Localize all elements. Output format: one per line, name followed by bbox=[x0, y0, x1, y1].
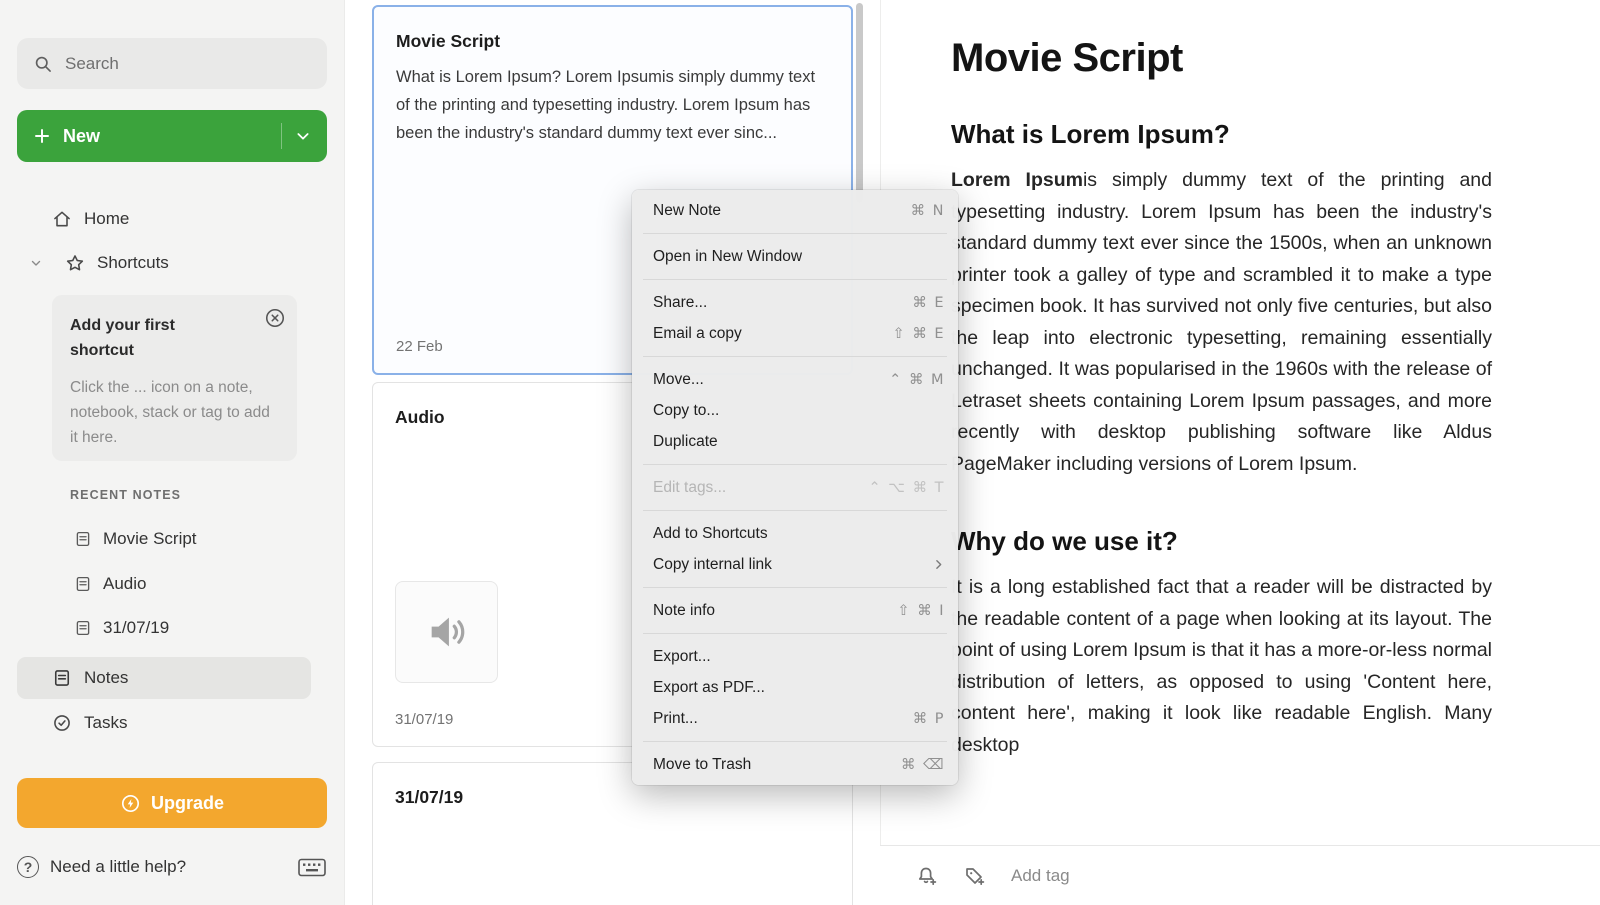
upgrade-label: Upgrade bbox=[151, 793, 224, 814]
keyboard-shortcuts-icon[interactable] bbox=[297, 857, 327, 878]
menu-item-duplicate[interactable]: Duplicate bbox=[632, 426, 958, 457]
menu-divider bbox=[643, 587, 947, 588]
note-card-date: 31/07/19 bbox=[395, 711, 453, 728]
sidebar-item-notes[interactable]: Notes bbox=[17, 657, 311, 699]
shortcut-hint: ⇧ ⌘ I bbox=[897, 603, 945, 619]
note-icon bbox=[74, 530, 92, 548]
help-label[interactable]: Need a little help? bbox=[50, 857, 186, 877]
recent-notes-header: RECENT NOTES bbox=[70, 488, 181, 502]
audio-attachment-thumbnail[interactable] bbox=[395, 581, 498, 683]
note-paragraph[interactable]: It is a long established fact that a rea… bbox=[951, 572, 1492, 761]
help-row: ? Need a little help? bbox=[17, 845, 327, 889]
menu-item-copy-to[interactable]: Copy to... bbox=[632, 395, 958, 426]
paragraph-text: is simply dummy text of the printing and… bbox=[951, 169, 1492, 475]
menu-item-add-to-shortcuts[interactable]: Add to Shortcuts bbox=[632, 518, 958, 549]
note-title[interactable]: Movie Script bbox=[951, 36, 1492, 81]
note-icon bbox=[74, 575, 92, 593]
shortcut-hint: ⇧ ⌘ E bbox=[892, 326, 945, 342]
search-input[interactable] bbox=[65, 54, 311, 74]
menu-divider bbox=[643, 279, 947, 280]
note-card-title: Movie Script bbox=[396, 31, 829, 52]
premium-icon bbox=[120, 793, 141, 814]
menu-item-email-a-copy[interactable]: Email a copy⇧ ⌘ E bbox=[632, 318, 958, 349]
sidebar-item-label: Shortcuts bbox=[97, 253, 169, 273]
note-card-date: 22 Feb bbox=[396, 338, 443, 355]
menu-item-open-in-new-window[interactable]: Open in New Window bbox=[632, 241, 958, 272]
star-icon bbox=[65, 253, 85, 273]
note-editor-panel: Movie Script What is Lorem Ipsum? Lorem … bbox=[880, 0, 1600, 905]
new-button-label: New bbox=[63, 126, 100, 147]
recent-note-label: 31/07/19 bbox=[103, 618, 169, 638]
speaker-icon bbox=[424, 609, 470, 655]
menu-item-new-note[interactable]: New Note⌘ N bbox=[632, 195, 958, 226]
editor-footer-bar: Add tag bbox=[880, 845, 1600, 905]
menu-divider bbox=[643, 633, 947, 634]
task-check-icon bbox=[52, 713, 72, 733]
shortcut-hint: ⌘ E bbox=[912, 295, 945, 311]
menu-item-copy-internal-link[interactable]: Copy internal link bbox=[632, 549, 958, 580]
help-icon[interactable]: ? bbox=[17, 856, 39, 878]
menu-item-move-to-trash[interactable]: Move to Trash⌘ ⌫ bbox=[632, 749, 958, 780]
shortcut-card-title: Add your first shortcut bbox=[70, 313, 220, 363]
home-icon bbox=[52, 209, 72, 229]
plus-icon bbox=[33, 127, 51, 145]
sidebar: New Home Shortcuts Add your first shortc… bbox=[0, 0, 345, 905]
add-reminder-bell-icon[interactable] bbox=[915, 864, 939, 888]
menu-divider bbox=[643, 233, 947, 234]
search-icon bbox=[33, 54, 53, 74]
note-paragraph[interactable]: Lorem Ipsumis simply dummy text of the p… bbox=[951, 165, 1492, 480]
shortcut-hint: ⌃ ⌘ M bbox=[889, 372, 945, 388]
note-icon bbox=[74, 619, 92, 637]
shortcut-card-body: Click the ... icon on a note, notebook, … bbox=[70, 375, 275, 450]
menu-item-export[interactable]: Export... bbox=[632, 641, 958, 672]
menu-item-edit-tags: Edit tags...⌃ ⌥ ⌘ T bbox=[632, 472, 958, 503]
sidebar-item-home[interactable]: Home bbox=[17, 198, 311, 240]
evernote-app-window: New Home Shortcuts Add your first shortc… bbox=[0, 0, 1600, 905]
sidebar-item-label: Notes bbox=[84, 668, 128, 688]
sidebar-item-shortcuts[interactable]: Shortcuts bbox=[17, 242, 311, 284]
menu-divider bbox=[643, 741, 947, 742]
recent-note-date[interactable]: 31/07/19 bbox=[17, 608, 311, 648]
recent-note-label: Movie Script bbox=[103, 529, 197, 549]
section-heading[interactable]: What is Lorem Ipsum? bbox=[951, 119, 1492, 150]
shortcut-hint: ⌃ ⌥ ⌘ T bbox=[868, 480, 945, 496]
close-icon[interactable] bbox=[264, 307, 286, 329]
new-button-divider bbox=[281, 123, 282, 149]
chevron-down-icon[interactable] bbox=[29, 256, 45, 270]
recent-note-audio[interactable]: Audio bbox=[17, 564, 311, 604]
menu-item-move[interactable]: Move...⌃ ⌘ M bbox=[632, 364, 958, 395]
add-tag-label[interactable]: Add tag bbox=[1011, 866, 1070, 886]
search-box[interactable] bbox=[17, 38, 327, 89]
note-list-scrollbar[interactable] bbox=[856, 3, 863, 203]
note-context-menu: New Note⌘ N Open in New Window Share...⌘… bbox=[632, 190, 958, 785]
menu-item-note-info[interactable]: Note info⇧ ⌘ I bbox=[632, 595, 958, 626]
shortcut-hint: ⌘ ⌫ bbox=[901, 757, 945, 773]
submenu-chevron-right-icon bbox=[932, 558, 945, 571]
menu-divider bbox=[643, 510, 947, 511]
paragraph-text: It is a long established fact that a rea… bbox=[951, 576, 1492, 756]
shortcut-hint: ⌘ N bbox=[911, 203, 945, 219]
menu-item-share[interactable]: Share...⌘ E bbox=[632, 287, 958, 318]
notes-icon bbox=[52, 668, 72, 688]
bold-lead-text: Lorem Ipsum bbox=[951, 169, 1083, 191]
sidebar-item-label: Tasks bbox=[84, 713, 127, 733]
menu-divider bbox=[643, 464, 947, 465]
note-card-preview: What is Lorem Ipsum? Lorem Ipsumis simpl… bbox=[396, 63, 829, 147]
note-card-title: 31/07/19 bbox=[395, 787, 830, 808]
chevron-down-icon[interactable] bbox=[295, 128, 311, 144]
menu-item-print[interactable]: Print...⌘ P bbox=[632, 703, 958, 734]
recent-note-label: Audio bbox=[103, 574, 146, 594]
menu-item-export-as-pdf[interactable]: Export as PDF... bbox=[632, 672, 958, 703]
new-note-button[interactable]: New bbox=[17, 110, 327, 162]
recent-note-movie-script[interactable]: Movie Script bbox=[17, 519, 311, 559]
section-heading[interactable]: Why do we use it? bbox=[951, 526, 1492, 557]
upgrade-button[interactable]: Upgrade bbox=[17, 778, 327, 828]
shortcut-hint: ⌘ P bbox=[913, 711, 945, 727]
shortcut-onboarding-card: Add your first shortcut Click the ... ic… bbox=[52, 295, 297, 461]
add-tag-icon[interactable] bbox=[963, 864, 987, 888]
sidebar-item-label: Home bbox=[84, 209, 129, 229]
sidebar-item-tasks[interactable]: Tasks bbox=[17, 702, 311, 744]
menu-divider bbox=[643, 356, 947, 357]
